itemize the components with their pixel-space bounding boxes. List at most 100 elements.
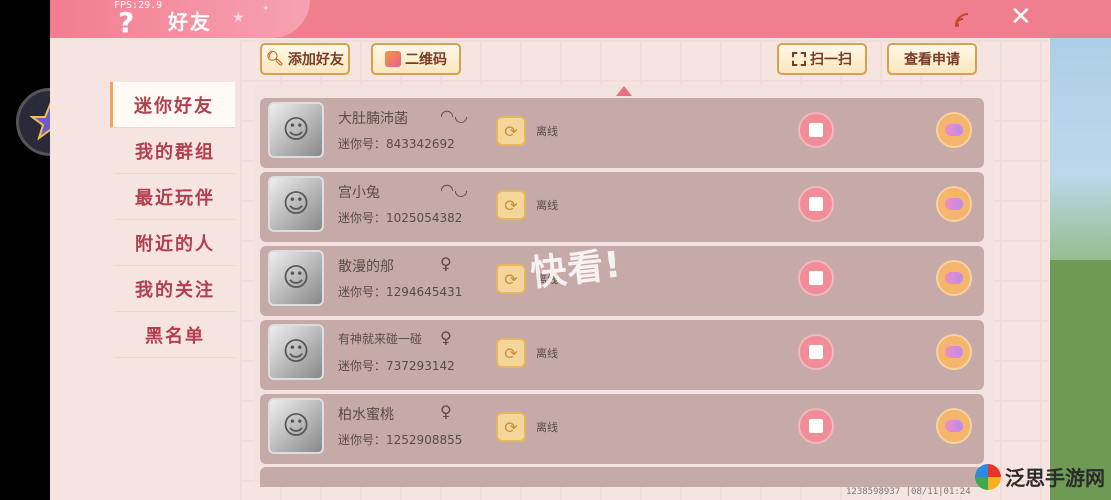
status-text: 离线: [536, 347, 558, 360]
avatar[interactable]: ☺: [268, 324, 324, 380]
footer-info: 1238598937 |08/11|01:24: [846, 487, 971, 497]
gift-icon: [809, 345, 823, 359]
screen-edge: [0, 0, 50, 500]
friend-id: 迷你号：1294645431: [338, 283, 462, 300]
refresh-icon: ⟳: [504, 195, 518, 215]
friend-id: 迷你号：1252908855: [338, 431, 462, 448]
friend-row-partial[interactable]: [260, 467, 984, 487]
gift-icon: [809, 419, 823, 433]
friend-id: 迷你号：737293142: [338, 357, 455, 374]
page-title: 好友: [168, 10, 212, 34]
id-value: 1025054382: [386, 211, 463, 225]
id-value: 1294645431: [386, 285, 463, 299]
sync-button[interactable]: ⟳: [496, 412, 526, 442]
gift-button[interactable]: [798, 408, 834, 444]
friend-name: 大肚腩沛菡: [338, 111, 408, 127]
friend-name: 宫小兔: [338, 185, 380, 201]
sidebar-item-blacklist[interactable]: 黑名单: [115, 312, 235, 358]
search-icon: 🔍︎: [266, 51, 284, 67]
sidebar-item-my-groups[interactable]: 我的群组: [115, 128, 235, 174]
add-friend-button[interactable]: 🔍︎ 添加好友: [260, 43, 350, 75]
sidebar-item-mini-friends[interactable]: 迷你好友: [110, 82, 235, 128]
mask-icon: ◠◡: [440, 180, 468, 199]
avatar[interactable]: ☺: [268, 250, 324, 306]
signal-icon: [955, 13, 969, 27]
sync-button[interactable]: ⟳: [496, 116, 526, 146]
qr-code-icon: [385, 51, 401, 67]
logo-text: 泛思手游网: [1005, 466, 1105, 490]
view-requests-label: 查看申请: [904, 52, 960, 68]
chat-button[interactable]: [936, 408, 972, 444]
id-label: 迷你号：: [338, 433, 387, 447]
sidebar-item-nearby[interactable]: 附近的人: [115, 220, 235, 266]
sparkle-icon: ✦: [262, 4, 270, 14]
sync-button[interactable]: ⟳: [496, 190, 526, 220]
friend-name: 散漫的郍: [338, 259, 394, 275]
chat-bubble-icon: [945, 420, 963, 432]
friend-name: 柏水蜜桃: [338, 407, 394, 423]
scan-label: 扫一扫: [810, 52, 852, 68]
sidebar-item-following[interactable]: 我的关注: [115, 266, 235, 312]
female-icon: ♀: [440, 402, 452, 421]
status-text: 离线: [536, 199, 558, 212]
friend-row[interactable]: ☺ 宫小兔 ◠◡ 迷你号：1025054382 ⟳ 离线: [260, 172, 984, 242]
friend-id: 迷你号：843342692: [338, 135, 455, 152]
chat-bubble-icon: [945, 272, 963, 284]
avatar[interactable]: ☺: [268, 176, 324, 232]
refresh-icon: ⟳: [504, 269, 518, 289]
female-icon: ♀: [440, 254, 452, 273]
sparkle-icon: ★: [232, 10, 245, 26]
qr-code-label: 二维码: [405, 52, 447, 68]
refresh-icon: ⟳: [504, 343, 518, 363]
chat-button[interactable]: [936, 112, 972, 148]
female-icon: ♀: [440, 328, 452, 347]
scan-button[interactable]: 扫一扫: [777, 43, 867, 75]
chat-button[interactable]: [936, 186, 972, 222]
avatar[interactable]: ☺: [268, 102, 324, 158]
mask-icon: ◠◡: [440, 106, 468, 125]
friend-row[interactable]: ☺ 有神就来碰一碰 ♀ 迷你号：737293142 ⟳ 离线: [260, 320, 984, 390]
friend-row[interactable]: ☺ 柏水蜜桃 ♀ 迷你号：1252908855 ⟳ 离线: [260, 394, 984, 464]
help-icon[interactable]: ?: [118, 6, 134, 39]
friend-row[interactable]: ☺ 大肚腩沛菡 ◠◡ 迷你号：843342692 ⟳ 离线: [260, 98, 984, 168]
gift-icon: [809, 271, 823, 285]
watermark: 快看!: [528, 244, 624, 295]
gift-button[interactable]: [798, 186, 834, 222]
chat-bubble-icon: [945, 198, 963, 210]
gift-button[interactable]: [798, 112, 834, 148]
id-value: 737293142: [386, 359, 455, 373]
status-text: 离线: [536, 421, 558, 434]
sidebar: 迷你好友 我的群组 最近玩伴 附近的人 我的关注 黑名单: [110, 82, 235, 358]
id-label: 迷你号：: [338, 211, 387, 225]
id-label: 迷你号：: [338, 137, 387, 151]
chat-bubble-icon: [945, 346, 963, 358]
status-text: 离线: [536, 125, 558, 138]
chat-bubble-icon: [945, 124, 963, 136]
id-label: 迷你号：: [338, 285, 387, 299]
site-logo: 泛思手游网: [975, 462, 1105, 491]
friend-id: 迷你号：1025054382: [338, 209, 462, 226]
gift-button[interactable]: [798, 334, 834, 370]
sync-button[interactable]: ⟳: [496, 338, 526, 368]
chat-button[interactable]: [936, 260, 972, 296]
sidebar-item-recent-players[interactable]: 最近玩伴: [115, 174, 235, 220]
gift-icon: [809, 197, 823, 211]
gift-button[interactable]: [798, 260, 834, 296]
refresh-icon: ⟳: [504, 417, 518, 437]
view-requests-button[interactable]: 查看申请: [887, 43, 977, 75]
id-value: 1252908855: [386, 433, 463, 447]
scan-icon: [792, 52, 806, 66]
chat-button[interactable]: [936, 334, 972, 370]
avatar[interactable]: ☺: [268, 398, 324, 454]
gift-icon: [809, 123, 823, 137]
scroll-up-icon[interactable]: [616, 86, 632, 96]
logo-icon: [975, 463, 1001, 490]
close-icon[interactable]: ✕: [1010, 2, 1032, 32]
friend-name: 有神就来碰一碰: [338, 332, 423, 346]
sync-button[interactable]: ⟳: [496, 264, 526, 294]
add-friend-label: 添加好友: [287, 52, 344, 68]
id-value: 843342692: [386, 137, 455, 151]
refresh-icon: ⟳: [504, 121, 518, 141]
id-label: 迷你号：: [338, 359, 387, 373]
qr-code-button[interactable]: 二维码: [371, 43, 461, 75]
